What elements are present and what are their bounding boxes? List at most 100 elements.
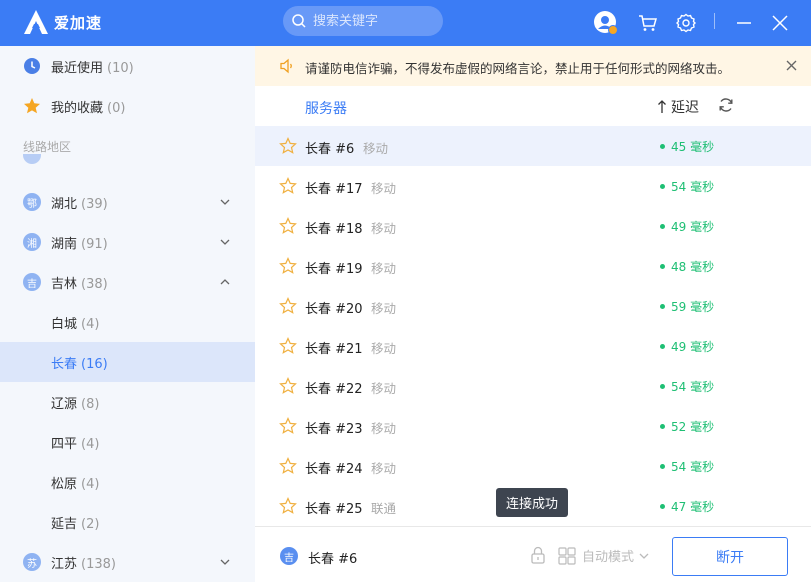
server-isp: 移动 bbox=[371, 461, 397, 476]
sidebar-item-changchun[interactable]: 长春 (16) bbox=[0, 342, 255, 382]
chevron-down-icon bbox=[639, 553, 649, 559]
clock-icon bbox=[23, 57, 41, 75]
lock-icon[interactable] bbox=[530, 546, 546, 564]
server-name: 长春 #21 bbox=[305, 342, 363, 357]
column-latency-sort[interactable]: 延迟 bbox=[657, 97, 699, 117]
sidebar-item-favorites[interactable]: 我的收藏 (0) bbox=[0, 86, 255, 126]
title-bar: 爱加速 bbox=[0, 0, 811, 46]
region-badge bbox=[23, 154, 41, 164]
minimize-button[interactable] bbox=[730, 9, 758, 37]
star-outline-icon[interactable] bbox=[279, 417, 297, 435]
star-outline-icon[interactable] bbox=[279, 137, 297, 155]
sidebar-item-jilin[interactable]: 吉 吉林 (38) bbox=[0, 262, 255, 302]
sidebar-item-hunan[interactable]: 湘 湖南 (91) bbox=[0, 222, 255, 262]
server-name: 长春 #20 bbox=[305, 302, 363, 317]
sidebar-item-label: 湖北 (39) bbox=[51, 196, 108, 212]
status-dot bbox=[660, 264, 665, 269]
sidebar-item-jiangsu[interactable]: 苏 江苏 (138) bbox=[0, 542, 255, 582]
region-badge: 苏 bbox=[23, 553, 41, 571]
disconnect-button[interactable]: 断开 bbox=[672, 537, 788, 576]
sidebar-item-liaoyuan[interactable]: 辽源 (8) bbox=[0, 382, 255, 422]
sidebar-item-siping[interactable]: 四平 (4) bbox=[0, 422, 255, 462]
region-badge: 湘 bbox=[23, 233, 41, 251]
user-avatar-icon bbox=[594, 11, 618, 35]
star-outline-icon[interactable] bbox=[279, 217, 297, 235]
server-isp: 移动 bbox=[371, 301, 397, 316]
status-dot bbox=[660, 224, 665, 229]
server-row[interactable]: 长春 #18 移动 49 毫秒 bbox=[255, 206, 811, 246]
search-input[interactable] bbox=[313, 6, 437, 36]
server-isp: 移动 bbox=[371, 221, 397, 236]
server-row[interactable]: 长春 #6 移动 45 毫秒 bbox=[255, 126, 811, 166]
star-icon bbox=[23, 97, 41, 115]
server-row[interactable]: 长春 #19 移动 48 毫秒 bbox=[255, 246, 811, 286]
latency-value: 45 毫秒 bbox=[671, 140, 715, 154]
server-latency: 59 毫秒 bbox=[660, 298, 714, 315]
status-dot bbox=[660, 424, 665, 429]
server-row[interactable]: 长春 #17 移动 54 毫秒 bbox=[255, 166, 811, 206]
latency-value: 59 毫秒 bbox=[671, 300, 715, 314]
chevron-up-icon bbox=[220, 279, 230, 285]
close-button[interactable] bbox=[766, 9, 794, 37]
star-outline-icon[interactable] bbox=[279, 497, 297, 515]
sidebar-item-hubei[interactable]: 鄂 湖北 (39) bbox=[0, 182, 255, 222]
latency-value: 48 毫秒 bbox=[671, 260, 715, 274]
refresh-icon[interactable] bbox=[718, 97, 734, 113]
cart-button[interactable] bbox=[634, 9, 662, 37]
star-outline-icon[interactable] bbox=[279, 457, 297, 475]
server-row[interactable]: 长春 #22 移动 54 毫秒 bbox=[255, 366, 811, 406]
sidebar-item-baicheng[interactable]: 白城 (4) bbox=[0, 302, 255, 342]
latency-value: 52 毫秒 bbox=[671, 420, 715, 434]
search-box[interactable] bbox=[283, 6, 443, 36]
column-server[interactable]: 服务器 bbox=[305, 98, 347, 118]
server-latency: 49 毫秒 bbox=[660, 218, 714, 235]
star-outline-icon[interactable] bbox=[279, 377, 297, 395]
server-isp: 移动 bbox=[371, 421, 397, 436]
server-latency: 47 毫秒 bbox=[660, 498, 714, 515]
server-name: 长春 #25 bbox=[305, 502, 363, 517]
sidebar-item-yanji[interactable]: 延吉 (2) bbox=[0, 502, 255, 542]
status-dot bbox=[660, 144, 665, 149]
sidebar-item-region-hidden bbox=[0, 154, 255, 164]
status-dot bbox=[660, 464, 665, 469]
main-panel: 请谨防电信诈骗，不得发布虚假的网络言论，禁止用于任何形式的网络攻击。 服务器 延… bbox=[255, 46, 811, 582]
chevron-down-icon bbox=[220, 239, 230, 245]
sidebar-item-label: 湖南 (91) bbox=[51, 236, 108, 252]
notice-text: 请谨防电信诈骗，不得发布虚假的网络言论，禁止用于任何形式的网络攻击。 bbox=[305, 61, 731, 76]
minimize-icon bbox=[737, 22, 751, 24]
server-latency: 54 毫秒 bbox=[660, 378, 714, 395]
server-isp: 移动 bbox=[371, 381, 397, 396]
sidebar-item-label: 四平 (4) bbox=[51, 436, 100, 452]
star-outline-icon[interactable] bbox=[279, 297, 297, 315]
sidebar-item-label: 延吉 (2) bbox=[51, 516, 100, 532]
app-name: 爱加速 bbox=[54, 14, 103, 32]
server-isp: 移动 bbox=[371, 341, 397, 356]
settings-button[interactable] bbox=[672, 9, 700, 37]
sidebar-item-label: 辽源 (8) bbox=[51, 396, 100, 412]
sidebar-item-recent[interactable]: 最近使用 (10) bbox=[0, 46, 255, 86]
column-latency-label: 延迟 bbox=[671, 100, 699, 116]
sidebar: 最近使用 (10) 我的收藏 (0) 线路地区 鄂 湖北 (39) 湘 湖南 (91) … bbox=[0, 46, 255, 582]
sidebar-item-songyuan[interactable]: 松原 (4) bbox=[0, 462, 255, 502]
star-outline-icon[interactable] bbox=[279, 337, 297, 355]
user-avatar-button[interactable] bbox=[592, 9, 620, 37]
server-row[interactable]: 长春 #24 移动 54 毫秒 bbox=[255, 446, 811, 486]
server-isp: 移动 bbox=[371, 261, 397, 276]
server-latency: 48 毫秒 bbox=[660, 258, 714, 275]
star-outline-icon[interactable] bbox=[279, 257, 297, 275]
star-outline-icon[interactable] bbox=[279, 177, 297, 195]
mode-select[interactable]: 自动模式 bbox=[558, 546, 650, 565]
server-row[interactable]: 长春 #21 移动 49 毫秒 bbox=[255, 326, 811, 366]
server-row[interactable]: 长春 #20 移动 59 毫秒 bbox=[255, 286, 811, 326]
latency-value: 54 毫秒 bbox=[671, 380, 715, 394]
grid-icon bbox=[558, 546, 576, 565]
server-row[interactable]: 长春 #23 移动 52 毫秒 bbox=[255, 406, 811, 446]
speaker-icon bbox=[280, 58, 292, 74]
title-separator bbox=[714, 13, 715, 29]
status-dot bbox=[660, 504, 665, 509]
gear-icon bbox=[676, 13, 696, 33]
server-name: 长春 #17 bbox=[305, 182, 363, 197]
notice-close-icon[interactable] bbox=[786, 60, 797, 71]
server-isp: 移动 bbox=[363, 141, 389, 156]
server-name: 长春 #23 bbox=[305, 422, 363, 437]
